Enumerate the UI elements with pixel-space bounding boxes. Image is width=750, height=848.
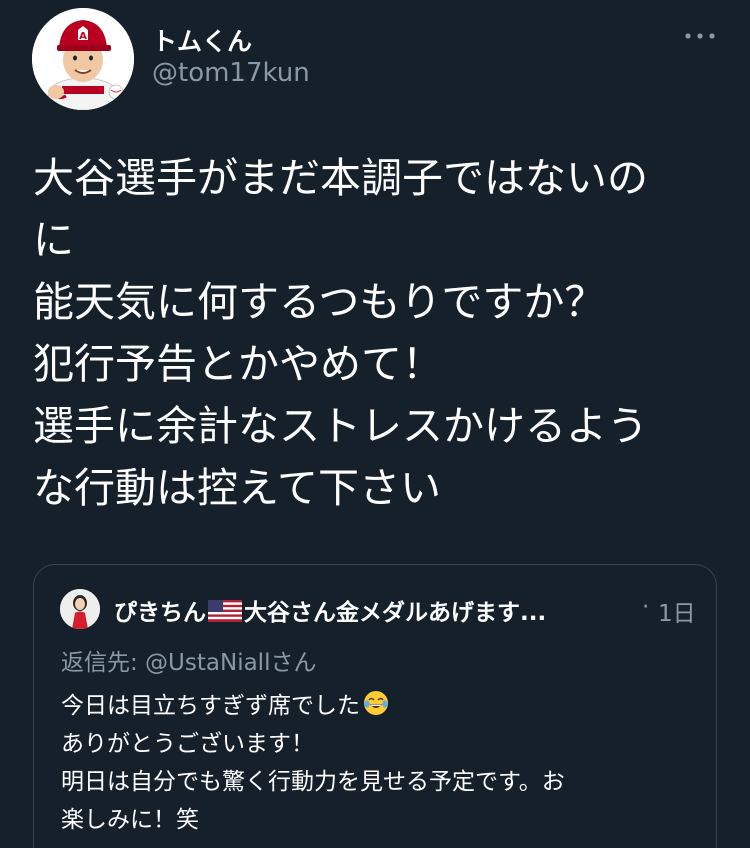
quoted-author-name-part2: 大谷さん金メダルあげます... <box>244 600 547 626</box>
tweet-text-line: な行動は控えて下さい <box>33 464 441 512</box>
angels-player-avatar-icon: A <box>32 8 134 110</box>
quoted-tweet[interactable]: ぴきちん 大谷さん金メダルあげます... · 1日 返信先: @UstaNial… <box>33 564 717 848</box>
tweet-text-line: に <box>33 216 74 264</box>
more-horizontal-icon <box>685 33 715 39</box>
quoted-text-line: 明日は自分でも驚く行動力を見せる予定です。お <box>61 769 565 795</box>
quoted-text-line-content: 今日は目立ちすぎず席でした <box>61 693 360 719</box>
tears-of-joy-emoji-icon <box>364 691 388 715</box>
author-display-name[interactable]: トムくん <box>152 22 252 58</box>
quoted-author-name-part1: ぴきちん <box>114 600 206 626</box>
quoted-text-line: ありがとうございます！ <box>61 731 314 757</box>
quoted-text: 今日は目立ちすぎず席でした ありがとうございます！ 明日は自分でも驚く行動力を見… <box>61 687 701 839</box>
svg-text:A: A <box>79 31 87 42</box>
tweet-text-line: 犯行予告とかやめて！ <box>33 340 443 388</box>
author-handle[interactable]: @tom17kun <box>152 58 310 88</box>
tweet: A トムくん @tom17kun 大谷選手がまだ本調子ではないの に 能天気に何… <box>0 0 750 848</box>
quoted-timestamp[interactable]: 1日 <box>658 594 696 628</box>
quoted-text-line: 今日は目立ちすぎず席でした <box>61 687 701 725</box>
quoted-author-avatar-icon <box>60 589 100 629</box>
quoted-author-name[interactable]: ぴきちん 大谷さん金メダルあげます... <box>114 593 546 627</box>
quoted-author-avatar[interactable] <box>60 589 100 629</box>
author-avatar[interactable]: A <box>32 8 134 110</box>
quoted-text-line: 楽しみに！笑 <box>61 807 199 833</box>
tweet-text-line: 能天気に何するつもりですか？ <box>33 278 606 326</box>
more-options-button[interactable] <box>680 22 720 52</box>
tweet-text: 大谷選手がまだ本調子ではないの に 能天気に何するつもりですか？ 犯行予告とかや… <box>33 147 713 519</box>
quoted-reply-to[interactable]: 返信先: @UstaNiallさん <box>61 643 316 677</box>
tweet-text-line: 大谷選手がまだ本調子ではないの <box>33 154 648 202</box>
us-flag-icon <box>208 600 242 622</box>
quoted-separator: · <box>642 594 650 620</box>
tweet-text-line: 選手に余計なストレスかけるよう <box>33 402 648 450</box>
